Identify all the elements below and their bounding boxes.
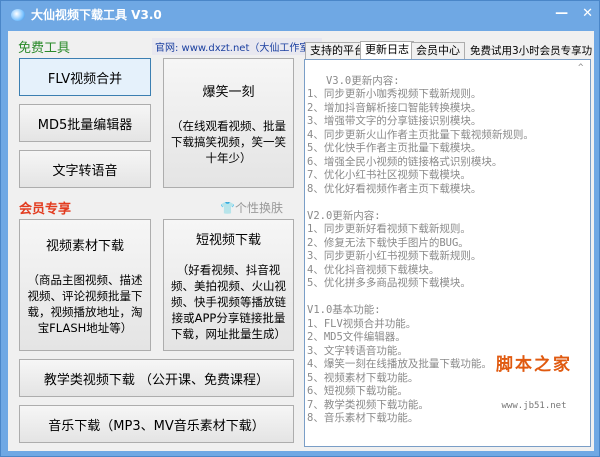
description: （在线观看视频、批量下载搞笑视频，笑一笑十年少） <box>171 118 286 165</box>
label: 音乐下载（MP3、MV音乐素材下载） <box>48 418 265 434</box>
watermark-url: www.jb51.net <box>501 400 567 411</box>
window-title: 大仙视频下载工具 V3.0 <box>31 8 162 22</box>
video-material-button[interactable]: 视频素材下载 （商品主图视频、描述视频、评论视频批量下载，视频播放地址，淘宝FL… <box>19 219 151 351</box>
description: （商品主图视频、描述视频、评论视频批量下载，视频播放地址，淘宝FLASH地址等） <box>27 272 143 335</box>
minimize-button[interactable]: — <box>555 7 568 21</box>
tab-changelog[interactable]: 更新日志 <box>360 41 414 60</box>
text-to-speech-button[interactable]: 文字转语音 <box>19 150 151 188</box>
shirt-icon: 👕 <box>220 201 235 215</box>
label: 视频素材下载 <box>45 238 124 254</box>
label: 教学类视频下载 （公开课、免费课程） <box>43 372 270 388</box>
changelog-textarea[interactable]: V3.0更新内容: 1、同步更新小咖秀视频下载新规则。 2、增加抖音解析接口智能… <box>304 59 591 447</box>
app-window: 大仙视频下载工具 V3.0 — ✕ 免费工具 官网: www.dxzt.net（… <box>0 0 600 457</box>
client-area: 免费工具 官网: www.dxzt.net（大仙工作室） FLV视频合并 MD5… <box>8 31 594 451</box>
flv-merge-button[interactable]: FLV视频合并 <box>19 58 151 96</box>
music-download-button[interactable]: 音乐下载（MP3、MV音乐素材下载） <box>19 405 294 443</box>
label: 文字转语音 <box>52 163 118 179</box>
label: 爆笑一刻 <box>202 84 255 100</box>
description: （好看视频、抖音视频、美拍视频、火山视频、快手视频等播放链接或APP分享链接批量… <box>171 262 286 341</box>
app-icon <box>11 9 25 21</box>
skin-button[interactable]: 👕个性换肤 <box>220 199 283 216</box>
label: FLV视频合并 <box>47 71 123 87</box>
label: 个性换肤 <box>234 201 283 215</box>
tab-member-center[interactable]: 会员中心 <box>411 42 465 60</box>
free-tools-label: 免费工具 <box>18 41 71 56</box>
watermark-text: 脚本之家 <box>496 355 572 375</box>
close-button[interactable]: ✕ <box>582 7 593 21</box>
label: MD5批量编辑器 <box>37 117 133 133</box>
vip-label: 会员专享 <box>19 202 72 217</box>
scroll-up-icon[interactable]: ^ <box>578 62 583 76</box>
watermark: 脚本之家 www.jb51.net <box>496 332 572 440</box>
joke-video-button[interactable]: 爆笑一刻 （在线观看视频、批量下载搞笑视频，笑一笑十年少） <box>163 58 294 188</box>
md5-editor-button[interactable]: MD5批量编辑器 <box>19 104 151 142</box>
label: 短视频下载 <box>195 232 261 248</box>
edu-video-button[interactable]: 教学类视频下载 （公开课、免费课程） <box>19 359 294 397</box>
title-bar: 大仙视频下载工具 V3.0 — ✕ <box>1 1 599 29</box>
short-video-button[interactable]: 短视频下载 （好看视频、抖音视频、美拍视频、火山视频、快手视频等播放链接或APP… <box>163 219 294 351</box>
scrollbar[interactable]: ^ <box>574 60 590 446</box>
website-link[interactable]: 官网: www.dxzt.net（大仙工作室） <box>152 38 323 55</box>
